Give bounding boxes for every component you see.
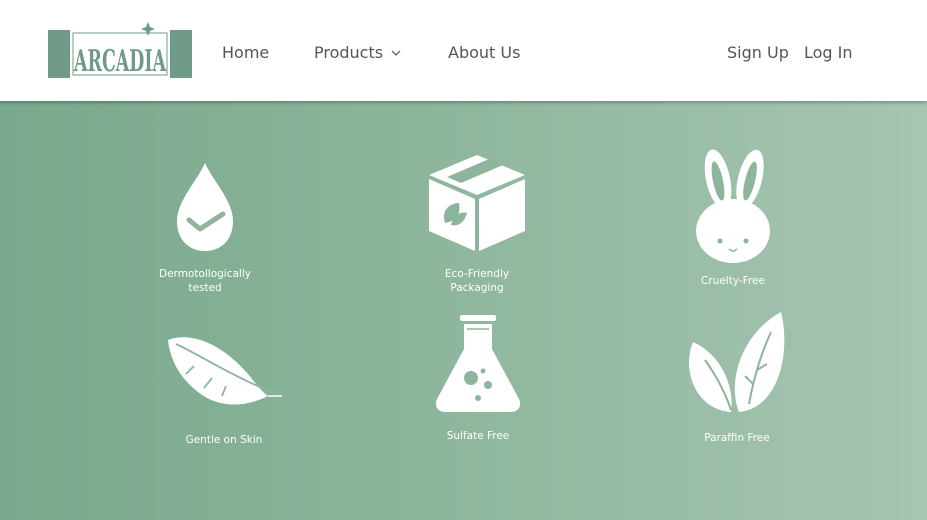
logo-text: ARCADIA (73, 44, 166, 78)
nav-home[interactable]: Home (222, 43, 269, 63)
leaves-icon (689, 312, 785, 412)
site-header: ARCADIA Home Products About Us Sign Up L… (0, 0, 927, 101)
features-section: Dermotollogically tested Eco-Friendly Pa… (0, 101, 927, 520)
feature-label: Eco-Friendly Packaging (444, 268, 510, 294)
nav-login[interactable]: Log In (804, 43, 853, 63)
feature-label: Sulfate Free (446, 430, 510, 442)
chevron-down-icon (391, 50, 401, 56)
nav-signup[interactable]: Sign Up (727, 43, 789, 63)
feature-gentle-on-skin: Gentle on Skin (160, 334, 288, 447)
feature-eco-packaging: Eco-Friendly Packaging (425, 153, 529, 295)
feature-label: Gentle on Skin (185, 434, 263, 446)
feature-label: Cruelty-Free (701, 275, 765, 287)
feature-label: Dermotollogically tested (159, 268, 251, 294)
arcadia-logo[interactable]: ARCADIA (48, 22, 192, 78)
eco-box-icon (429, 155, 525, 251)
bunny-icon (696, 149, 770, 263)
feature-label: Paraffin Free (704, 432, 770, 444)
feature-paraffin-free: Paraffin Free (677, 312, 797, 445)
nav-products[interactable]: Products (314, 43, 401, 63)
feather-icon (168, 337, 283, 405)
nav-products-label: Products (314, 43, 384, 62)
drop-check-icon (177, 163, 233, 251)
feature-cruelty-free: Cruelty-Free (677, 149, 789, 288)
nav-about[interactable]: About Us (448, 43, 520, 63)
flask-icon (435, 315, 521, 412)
feature-dermatologically-tested: Dermotollogically tested (155, 163, 255, 295)
feature-sulfate-free: Sulfate Free (428, 315, 528, 443)
